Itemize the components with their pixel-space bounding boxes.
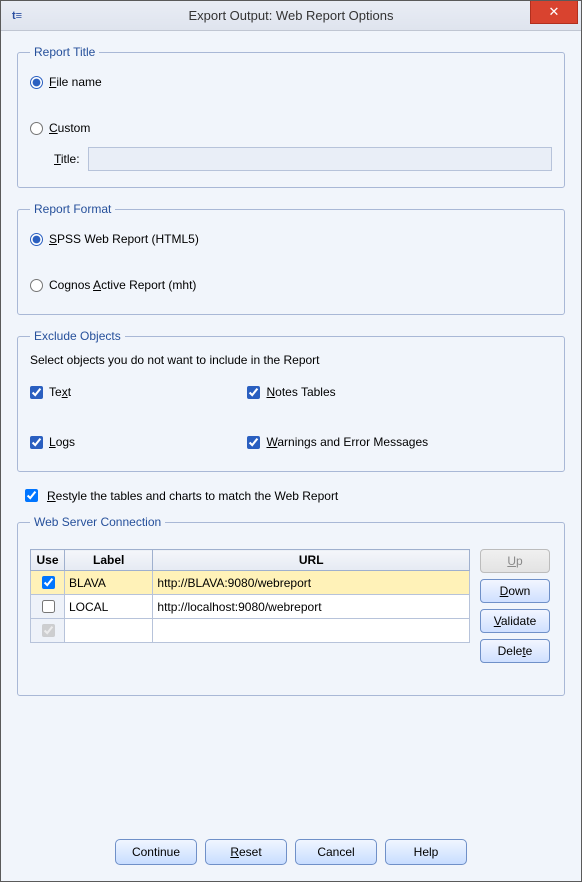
help-button[interactable]: Help <box>385 839 467 865</box>
row-use-checkbox[interactable] <box>42 576 55 589</box>
down-button[interactable]: Down <box>480 579 550 603</box>
row-use-checkbox[interactable] <box>42 600 55 613</box>
close-icon: ✕ <box>549 4 560 20</box>
legend-exclude-objects: Exclude Objects <box>30 329 125 343</box>
group-report-title: Report Title File name Custom Title: <box>17 45 565 188</box>
title-input[interactable] <box>88 147 552 171</box>
check-warnings[interactable] <box>247 436 260 449</box>
group-exclude-objects: Exclude Objects Select objects you do no… <box>17 329 565 472</box>
dialog-footer: Continue Reset Cancel Help <box>1 827 581 881</box>
reset-button[interactable]: Reset <box>205 839 287 865</box>
validate-button[interactable]: Validate <box>480 609 550 633</box>
group-report-format: Report Format SPSS Web Report (HTML5) Co… <box>17 202 565 315</box>
row-use-checkbox[interactable] <box>42 624 55 637</box>
label-title-field: Title: <box>54 152 80 166</box>
radio-custom[interactable] <box>30 122 43 135</box>
check-logs[interactable] <box>30 436 43 449</box>
row-label[interactable]: LOCAL <box>65 595 153 619</box>
row-label[interactable]: BLAVA <box>65 571 153 595</box>
app-icon: t≡ <box>9 8 25 24</box>
label-text: Text <box>49 385 71 399</box>
check-restyle[interactable] <box>25 489 38 502</box>
row-url[interactable]: http://localhost:9080/webreport <box>153 595 470 619</box>
exclude-instruction: Select objects you do not want to includ… <box>30 353 552 367</box>
col-url: URL <box>153 550 470 571</box>
delete-button[interactable]: Delete <box>480 639 550 663</box>
radio-spss-html5[interactable] <box>30 233 43 246</box>
dialog-window: t≡ Export Output: Web Report Options ✕ R… <box>0 0 582 882</box>
label-restyle: Restyle the tables and charts to match t… <box>47 489 338 503</box>
label-file-name: File name <box>49 75 102 89</box>
window-title: Export Output: Web Report Options <box>1 8 581 23</box>
label-logs: Logs <box>49 435 75 449</box>
dialog-content: Report Title File name Custom Title: Rep… <box>1 31 581 827</box>
titlebar: t≡ Export Output: Web Report Options ✕ <box>1 1 581 31</box>
col-use: Use <box>31 550 65 571</box>
close-button[interactable]: ✕ <box>530 1 578 24</box>
up-button[interactable]: Up <box>480 549 550 573</box>
radio-file-name[interactable] <box>30 76 43 89</box>
check-text[interactable] <box>30 386 43 399</box>
label-spss-html5: SPSS Web Report (HTML5) <box>49 232 199 246</box>
legend-web-server-connection: Web Server Connection <box>30 515 165 529</box>
connection-table[interactable]: Use Label URL BLAVA http://BLAVA:9080/we… <box>30 549 470 643</box>
row-url[interactable] <box>153 619 470 643</box>
check-notes-tables[interactable] <box>247 386 260 399</box>
row-url[interactable]: http://BLAVA:9080/webreport <box>153 571 470 595</box>
label-cognos-mht: Cognos Active Report (mht) <box>49 278 196 292</box>
col-label: Label <box>65 550 153 571</box>
table-row[interactable]: LOCAL http://localhost:9080/webreport <box>31 595 470 619</box>
legend-report-format: Report Format <box>30 202 115 216</box>
cancel-button[interactable]: Cancel <box>295 839 377 865</box>
label-warnings: Warnings and Error Messages <box>266 435 428 449</box>
table-row[interactable] <box>31 619 470 643</box>
label-custom: Custom <box>49 121 90 135</box>
table-row[interactable]: BLAVA http://BLAVA:9080/webreport <box>31 571 470 595</box>
label-notes-tables: Notes Tables <box>266 385 335 399</box>
radio-cognos-mht[interactable] <box>30 279 43 292</box>
row-label[interactable] <box>65 619 153 643</box>
group-web-server-connection: Web Server Connection Use Label URL BLAV <box>17 515 565 696</box>
legend-report-title: Report Title <box>30 45 99 59</box>
continue-button[interactable]: Continue <box>115 839 197 865</box>
